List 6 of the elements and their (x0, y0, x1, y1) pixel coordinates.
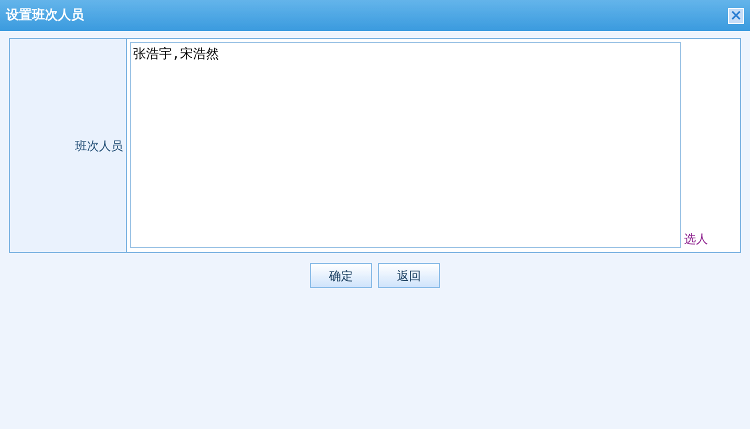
window-title: 设置班次人员 (6, 6, 84, 25)
dialog-button[interactable]: 返回 (378, 263, 440, 288)
members-field[interactable]: 张浩宇,宋浩然 (130, 42, 681, 248)
dialog-button[interactable]: 确定 (310, 263, 372, 288)
select-people-link[interactable]: 选人 (684, 230, 708, 248)
field-label: 班次人员 (75, 138, 123, 154)
